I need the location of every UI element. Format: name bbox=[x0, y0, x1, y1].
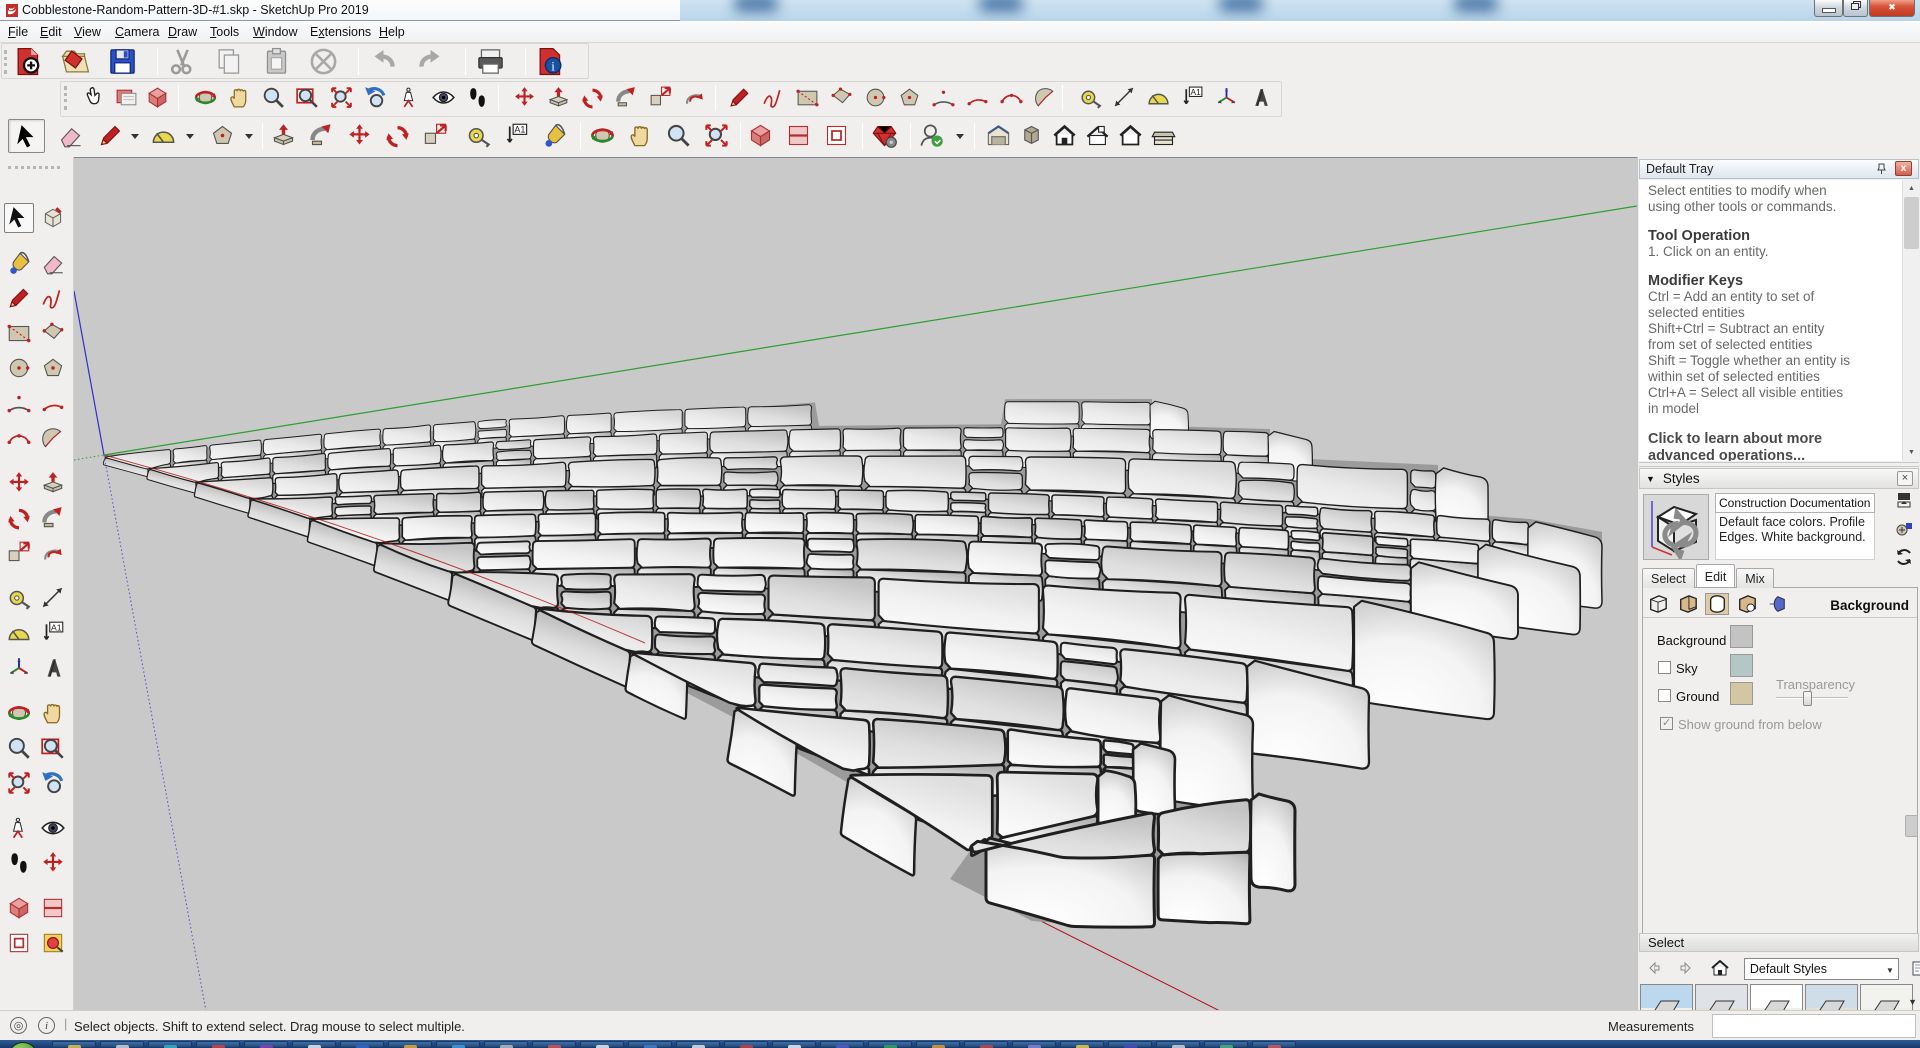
svg-text:A1: A1 bbox=[51, 622, 62, 632]
svg-text:A1: A1 bbox=[514, 125, 525, 135]
